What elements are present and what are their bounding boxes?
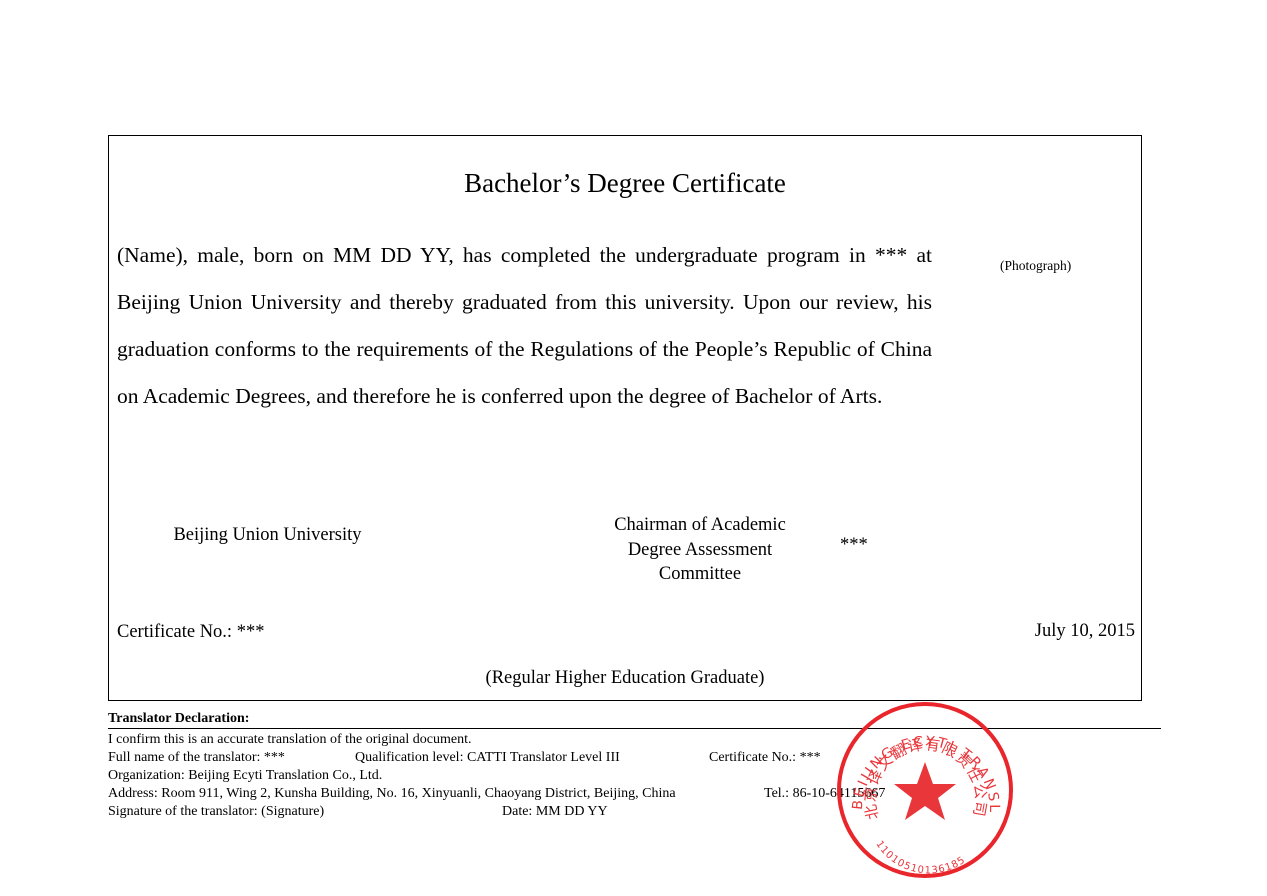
svg-text:110105101361​85: 110105101361​85 bbox=[873, 839, 967, 876]
translator-organization: Organization: Beijing Ecyti Translation … bbox=[108, 768, 383, 783]
star-icon bbox=[894, 762, 956, 820]
translator-certificate: Certificate No.: *** bbox=[709, 750, 821, 765]
certificate-title: Bachelor’s Degree Certificate bbox=[464, 168, 786, 198]
chairman-title: Chairman of Academic Degree Assessment C… bbox=[614, 515, 786, 584]
translator-signature: Signature of the translator: (Signature) bbox=[108, 804, 325, 819]
certificate-number: Certificate No.: *** bbox=[117, 622, 265, 642]
certificate-date: July 10, 2015 bbox=[1034, 621, 1135, 641]
translator-qualification: Qualification level: CATTI Translator Le… bbox=[355, 750, 620, 765]
university-name: Beijing Union University bbox=[173, 525, 362, 545]
declaration-statement: I confirm this is an accurate translatio… bbox=[108, 732, 472, 747]
certificate-body: (Name), male, born on MM DD YY, has comp… bbox=[117, 243, 932, 408]
translator-name: Full name of the translator: *** bbox=[108, 750, 285, 765]
company-seal: BEIJING ECYTI TRANSLATION CO., LTD. 北京译文… bbox=[834, 700, 1013, 878]
translator-address: Address: Room 911, Wing 2, Kunsha Buildi… bbox=[108, 786, 676, 801]
chairman-name: *** bbox=[840, 535, 868, 555]
photograph-placeholder: (Photograph) bbox=[1000, 258, 1072, 273]
declaration-date: Date: MM DD YY bbox=[502, 804, 608, 819]
certificate-footer: (Regular Higher Education Graduate) bbox=[485, 668, 765, 688]
declaration-heading: Translator Declaration: bbox=[108, 711, 250, 726]
